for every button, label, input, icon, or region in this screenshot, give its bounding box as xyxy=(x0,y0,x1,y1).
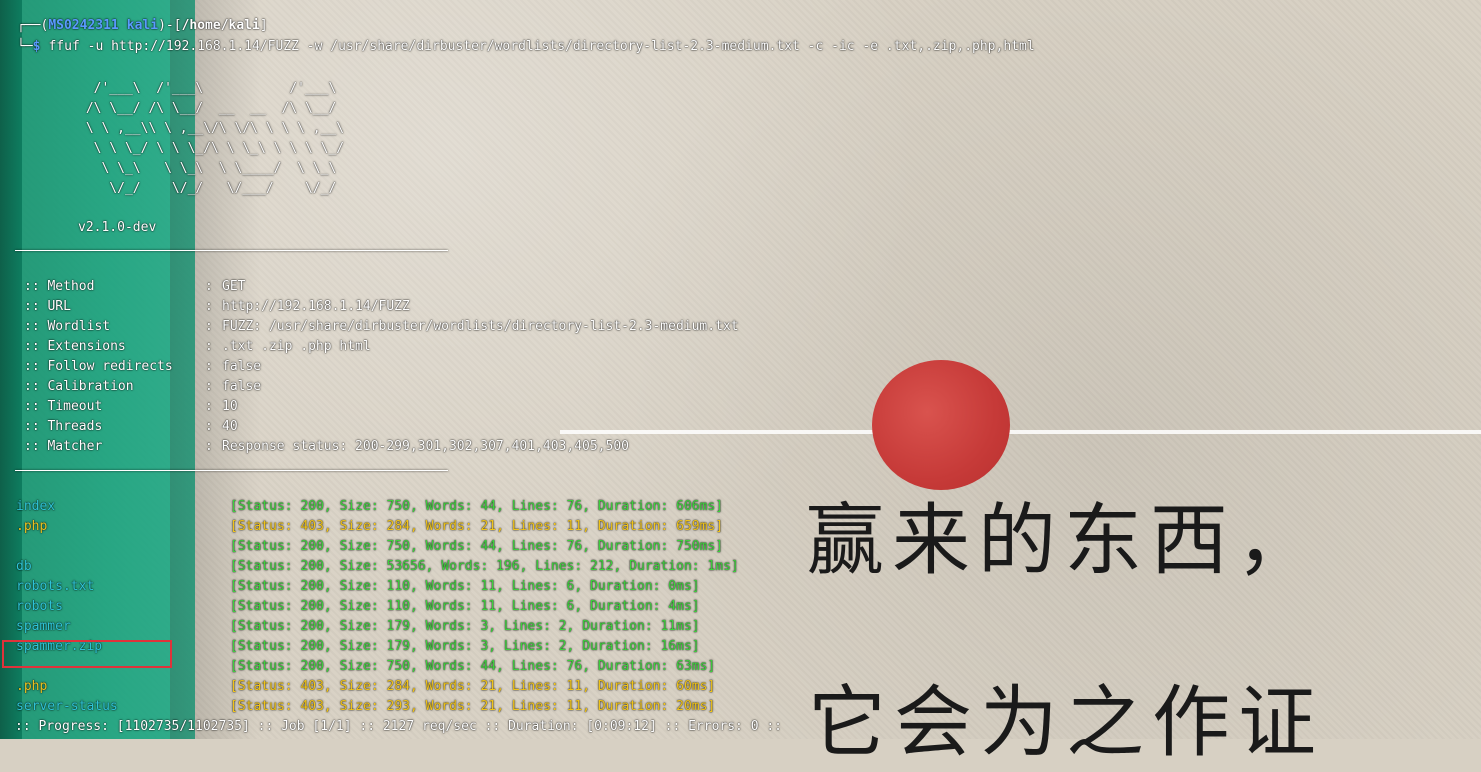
config-separator: : xyxy=(205,399,213,414)
result-status: [Status: 403, Size: 293, Words: 21, Line… xyxy=(230,699,716,714)
result-path[interactable]: index xyxy=(16,497,55,517)
terminal-window[interactable]: ┌──(MS0242311 kali)-[/home/kali] └─$ ffuf … xyxy=(0,0,1481,739)
config-separator: : xyxy=(205,359,213,374)
config-value: FUZZ: /usr/share/dirbuster/wordlists/dir… xyxy=(222,319,739,334)
config-key: :: Wordlist xyxy=(24,319,111,334)
result-status: [Status: 200, Size: 179, Words: 3, Lines… xyxy=(230,639,700,654)
result-status: [Status: 200, Size: 110, Words: 11, Line… xyxy=(230,599,700,614)
result-status: [Status: 200, Size: 750, Words: 44, Line… xyxy=(230,659,716,674)
prompt-line-command[interactable]: └─$ ffuf -u http://192.168.1.14/FUZZ -w /… xyxy=(17,37,1035,57)
result-status: [Status: 403, Size: 284, Words: 21, Line… xyxy=(230,519,724,534)
result-path[interactable]: .php xyxy=(16,517,47,537)
config-value: GET xyxy=(222,279,246,294)
config-key: :: Timeout xyxy=(24,399,103,414)
config-separator: : xyxy=(205,339,213,354)
result-status: [Status: 200, Size: 750, Words: 44, Line… xyxy=(230,539,724,554)
result-path[interactable]: db xyxy=(16,557,32,577)
result-status: [Status: 200, Size: 53656, Words: 196, L… xyxy=(230,559,739,574)
config-key: :: Calibration xyxy=(24,379,134,394)
result-status: [Status: 200, Size: 110, Words: 11, Line… xyxy=(230,579,700,594)
result-path[interactable]: robots xyxy=(16,597,63,617)
banner-art-line: \ \ \_/ \ \ \_/\ \ \_\ \ \ \ \_/ xyxy=(78,141,345,156)
prompt-path: /home/kali xyxy=(181,18,260,33)
config-separator: : xyxy=(205,319,213,334)
config-value: 10 xyxy=(222,399,238,414)
config-separator: : xyxy=(205,419,213,434)
prompt-user: MS0242311 xyxy=(48,18,119,33)
config-key: :: URL xyxy=(24,299,71,314)
prompt-corner-bottom: └─ xyxy=(17,39,33,54)
prompt-bracket-open: )-[ xyxy=(158,18,182,33)
result-path[interactable]: robots.txt xyxy=(16,577,94,597)
separator-rule xyxy=(15,250,448,251)
command-text[interactable]: ffuf -u http://192.168.1.14/FUZZ -w /usr… xyxy=(48,39,1034,54)
result-path[interactable]: spammer xyxy=(16,617,71,637)
prompt-bracket-close: ] xyxy=(259,18,268,33)
config-value: false xyxy=(222,379,262,394)
banner-art-line: \ \ ,__\\ \ ,__\/\ \/\ \ \ \ ,__\ xyxy=(78,121,345,136)
config-separator: : xyxy=(205,439,213,454)
config-value: Response status: 200-299,301,302,307,401… xyxy=(222,439,629,454)
progress-line: :: Progress: [1102735/1102735] :: Job [1… xyxy=(15,719,783,734)
config-value: .txt .zip .php html xyxy=(222,339,371,354)
prompt-corner-top: ┌──( xyxy=(17,18,49,33)
config-value: 40 xyxy=(222,419,238,434)
banner-art-line: \ \_\ \ \_\ \ \____/ \ \_\ xyxy=(78,161,337,176)
config-key: :: Threads xyxy=(24,419,103,434)
banner-art-line: \/_/ \/_/ \/___/ \/_/ xyxy=(78,181,337,196)
config-key: :: Follow redirects xyxy=(24,359,173,374)
config-key: :: Extensions xyxy=(24,339,126,354)
prompt-line-user: ┌──(MS0242311 kali)-[/home/kali] xyxy=(17,16,268,36)
banner-art-line: /\ \__/ /\ \__/ __ __ /\ \__/ xyxy=(78,101,337,116)
prompt-symbol: $ xyxy=(32,39,41,54)
banner-version: v2.1.0-dev xyxy=(78,220,157,235)
result-status: [Status: 200, Size: 750, Words: 44, Line… xyxy=(230,499,724,514)
config-separator: : xyxy=(205,279,213,294)
config-separator: : xyxy=(205,379,213,394)
prompt-host: kali xyxy=(126,18,159,33)
result-status: [Status: 403, Size: 284, Words: 21, Line… xyxy=(230,679,716,694)
banner-art-line: /'___\ /'___\ /'___\ xyxy=(78,81,337,96)
config-key: :: Method xyxy=(24,279,95,294)
config-value: false xyxy=(222,359,262,374)
config-key: :: Matcher xyxy=(24,439,103,454)
config-separator: : xyxy=(205,299,213,314)
result-path[interactable]: .php xyxy=(16,677,47,697)
result-path[interactable]: server-status xyxy=(16,697,118,717)
config-value: http://192.168.1.14/FUZZ xyxy=(222,299,410,314)
separator-rule xyxy=(15,470,448,471)
result-status: [Status: 200, Size: 179, Words: 3, Lines… xyxy=(230,619,700,634)
highlight-box xyxy=(2,640,172,668)
